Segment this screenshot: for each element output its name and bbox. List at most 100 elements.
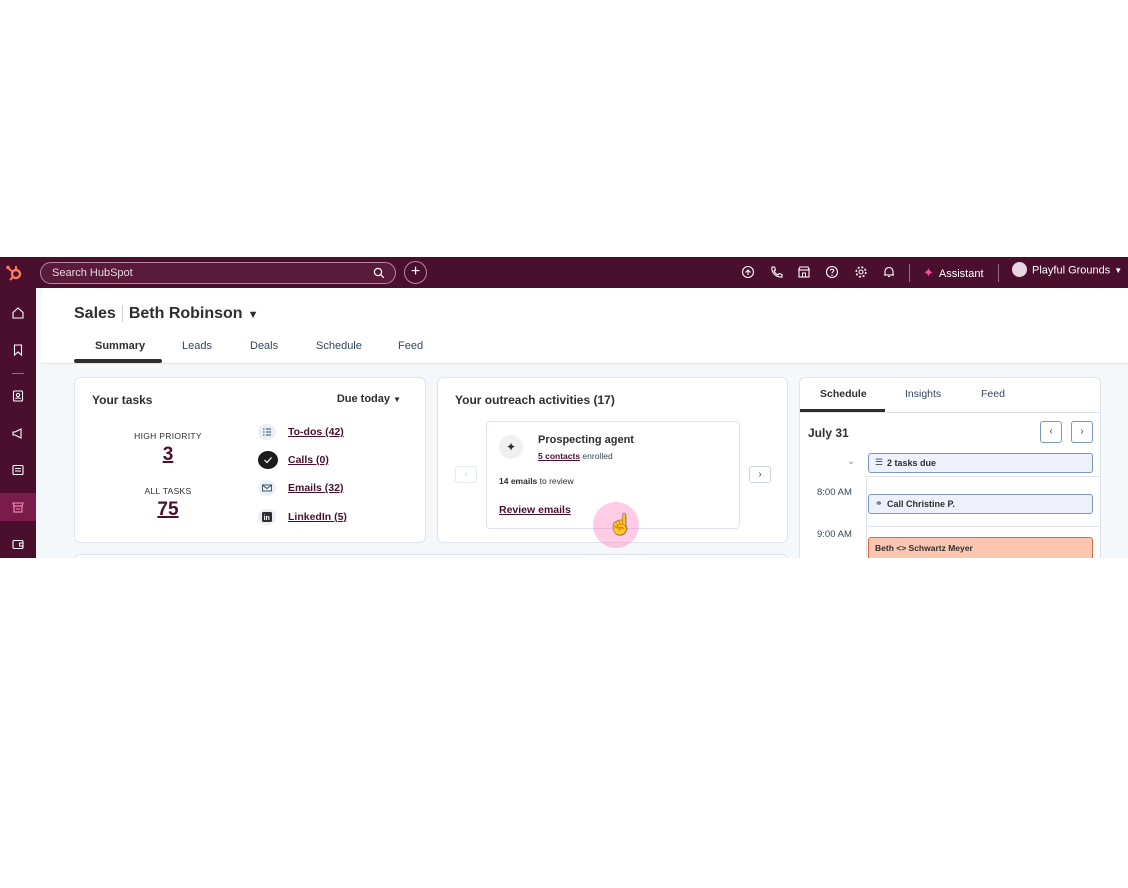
outreach-card-title: Your outreach activities (17) bbox=[455, 393, 615, 407]
tasks-card: Your tasks Due today ▼ HIGH PRIORITY 3 A… bbox=[74, 377, 426, 543]
prospecting-agent-card: ✦ Prospecting agent 5 contacts enrolled … bbox=[486, 421, 740, 548]
due-filter-dropdown[interactable]: Due today ▼ bbox=[337, 393, 401, 405]
search-placeholder: Search HubSpot bbox=[52, 267, 133, 279]
call-event[interactable]: ⚭ Call Christine P. bbox=[868, 494, 1093, 514]
create-new-button[interactable]: + bbox=[404, 261, 427, 284]
tasks-due-pill[interactable]: ☰ 2 tasks due bbox=[868, 453, 1093, 473]
time-label-9am: 9:00 AM bbox=[817, 529, 852, 540]
tab-schedule[interactable]: Schedule bbox=[316, 340, 362, 352]
chevron-down-icon: ▼ bbox=[1114, 266, 1123, 276]
rail-marketing[interactable] bbox=[0, 419, 36, 447]
svg-text:in: in bbox=[264, 515, 270, 522]
ai-sparkle-icon: ✦ bbox=[923, 265, 934, 280]
rail-content[interactable] bbox=[0, 456, 36, 484]
schedule-next-button[interactable]: › bbox=[1071, 421, 1093, 443]
schedule-tab-insights[interactable]: Insights bbox=[905, 388, 941, 400]
hubspot-logo-icon[interactable] bbox=[5, 263, 25, 283]
rail-bookmarks[interactable] bbox=[0, 336, 36, 364]
sales-icon bbox=[12, 502, 24, 513]
all-tasks-count[interactable]: 75 bbox=[118, 499, 218, 521]
meeting-event[interactable]: Beth <> Schwartz Meyer bbox=[868, 537, 1093, 558]
main-content: Sales Beth Robinson ▼ Summary Leads Deals … bbox=[41, 288, 1128, 558]
account-menu[interactable]: Playful Grounds ▼ bbox=[1012, 262, 1123, 283]
lower-card bbox=[74, 554, 788, 558]
tab-deals[interactable]: Deals bbox=[250, 340, 278, 352]
time-label-8am: 8:00 AM bbox=[817, 487, 852, 498]
emails-suffix: to review bbox=[539, 476, 574, 486]
marketplace-icon[interactable] bbox=[797, 265, 811, 279]
rail-sales[interactable] bbox=[0, 493, 36, 521]
assistant-label: Assistant bbox=[938, 268, 984, 280]
call-event-label: Call Christine P. bbox=[887, 499, 955, 509]
hour-divider bbox=[866, 476, 1100, 477]
chevron-double-down-icon[interactable]: ⌄ bbox=[847, 456, 855, 467]
rail-divider bbox=[12, 373, 24, 374]
emails-link[interactable]: Emails (32) bbox=[288, 482, 343, 494]
linkedin-link[interactable]: LinkedIn (5) bbox=[288, 511, 347, 523]
app-window: Search HubSpot + ✦ Assistant Playful Grou… bbox=[0, 257, 1128, 558]
enrolled-text: enrolled bbox=[582, 451, 613, 461]
notifications-bell-icon[interactable] bbox=[882, 265, 896, 279]
check-circle-icon bbox=[258, 451, 278, 469]
owner-name: Beth Robinson bbox=[128, 305, 243, 322]
account-name: Playful Grounds bbox=[1032, 264, 1111, 277]
topbar-divider bbox=[998, 264, 999, 282]
emails-count: 14 emails bbox=[499, 476, 538, 486]
agent-title: Prospecting agent bbox=[538, 434, 634, 446]
megaphone-icon bbox=[12, 428, 22, 439]
search-icon[interactable] bbox=[373, 267, 385, 279]
schedule-tab-feed[interactable]: Feed bbox=[981, 388, 1005, 400]
todos-link[interactable]: To-dos (42) bbox=[288, 426, 344, 438]
meeting-event-label: Beth <> Schwartz Meyer bbox=[875, 543, 973, 553]
contacts-link[interactable]: 5 contacts bbox=[538, 451, 580, 461]
calls-link[interactable]: Calls (0) bbox=[288, 454, 329, 466]
todo-list-icon bbox=[258, 424, 276, 440]
high-priority-count[interactable]: 3 bbox=[118, 444, 218, 466]
review-emails-link[interactable]: Review emails bbox=[499, 504, 571, 516]
tab-summary[interactable]: Summary bbox=[95, 340, 145, 352]
outreach-prev-button[interactable]: ‹ bbox=[455, 466, 477, 483]
page-title: Sales Beth Robinson ▼ bbox=[74, 305, 258, 323]
all-tasks-label: ALL TASKS bbox=[144, 486, 192, 496]
link-icon: ⚭ bbox=[875, 498, 883, 508]
chevron-down-icon: ▼ bbox=[247, 309, 259, 321]
rail-home[interactable] bbox=[0, 299, 36, 327]
sparkle-icon: ✦ bbox=[499, 435, 523, 459]
time-column-divider bbox=[866, 476, 867, 556]
assistant-button[interactable]: ✦ Assistant bbox=[923, 265, 984, 281]
rail-commerce[interactable] bbox=[0, 530, 36, 558]
envelope-icon bbox=[258, 480, 276, 496]
agent-enrollment: 5 contacts enrolled bbox=[538, 451, 613, 461]
tab-feed[interactable]: Feed bbox=[398, 340, 423, 352]
schedule-tab-schedule[interactable]: Schedule bbox=[820, 388, 867, 400]
outreach-next-button[interactable]: › bbox=[749, 466, 771, 483]
phone-icon[interactable] bbox=[769, 265, 783, 279]
linkedin-icon: in bbox=[258, 509, 276, 525]
rail-contacts[interactable] bbox=[0, 382, 36, 410]
left-navigation-rail bbox=[0, 288, 36, 558]
wallet-icon bbox=[12, 539, 24, 550]
hour-divider bbox=[866, 526, 1100, 527]
active-tab-indicator bbox=[74, 359, 162, 363]
tasks-card-title: Your tasks bbox=[92, 393, 153, 407]
top-navigation-bar: Search HubSpot + ✦ Assistant Playful Grou… bbox=[0, 257, 1128, 288]
schedule-date: July 31 bbox=[808, 426, 849, 440]
settings-gear-icon[interactable] bbox=[854, 265, 868, 279]
due-filter-label: Due today bbox=[336, 393, 391, 405]
owner-selector[interactable]: Beth Robinson ▼ bbox=[129, 305, 259, 322]
hand-cursor-icon: ☝ bbox=[608, 514, 633, 536]
schedule-prev-button[interactable]: ‹ bbox=[1040, 421, 1062, 443]
upgrade-icon[interactable] bbox=[741, 265, 755, 279]
schedule-card: Schedule Insights Feed July 31 ‹ › ⌄ ☰ 2 … bbox=[799, 377, 1101, 558]
topbar-divider bbox=[909, 264, 910, 282]
page-header: Sales Beth Robinson ▼ Summary Leads Deals … bbox=[41, 288, 1128, 364]
tab-leads[interactable]: Leads bbox=[182, 340, 212, 352]
high-priority-label: HIGH PRIORITY bbox=[134, 431, 202, 441]
tab-divider bbox=[800, 412, 1100, 413]
help-icon[interactable] bbox=[825, 265, 839, 279]
home-icon bbox=[12, 307, 24, 319]
todo-list-icon: ☰ bbox=[875, 457, 884, 467]
search-input[interactable]: Search HubSpot bbox=[40, 262, 396, 284]
outreach-card: Your outreach activities (17) ‹ › ✦ Pros… bbox=[437, 377, 788, 548]
tasks-due-label: 2 tasks due bbox=[887, 458, 937, 468]
